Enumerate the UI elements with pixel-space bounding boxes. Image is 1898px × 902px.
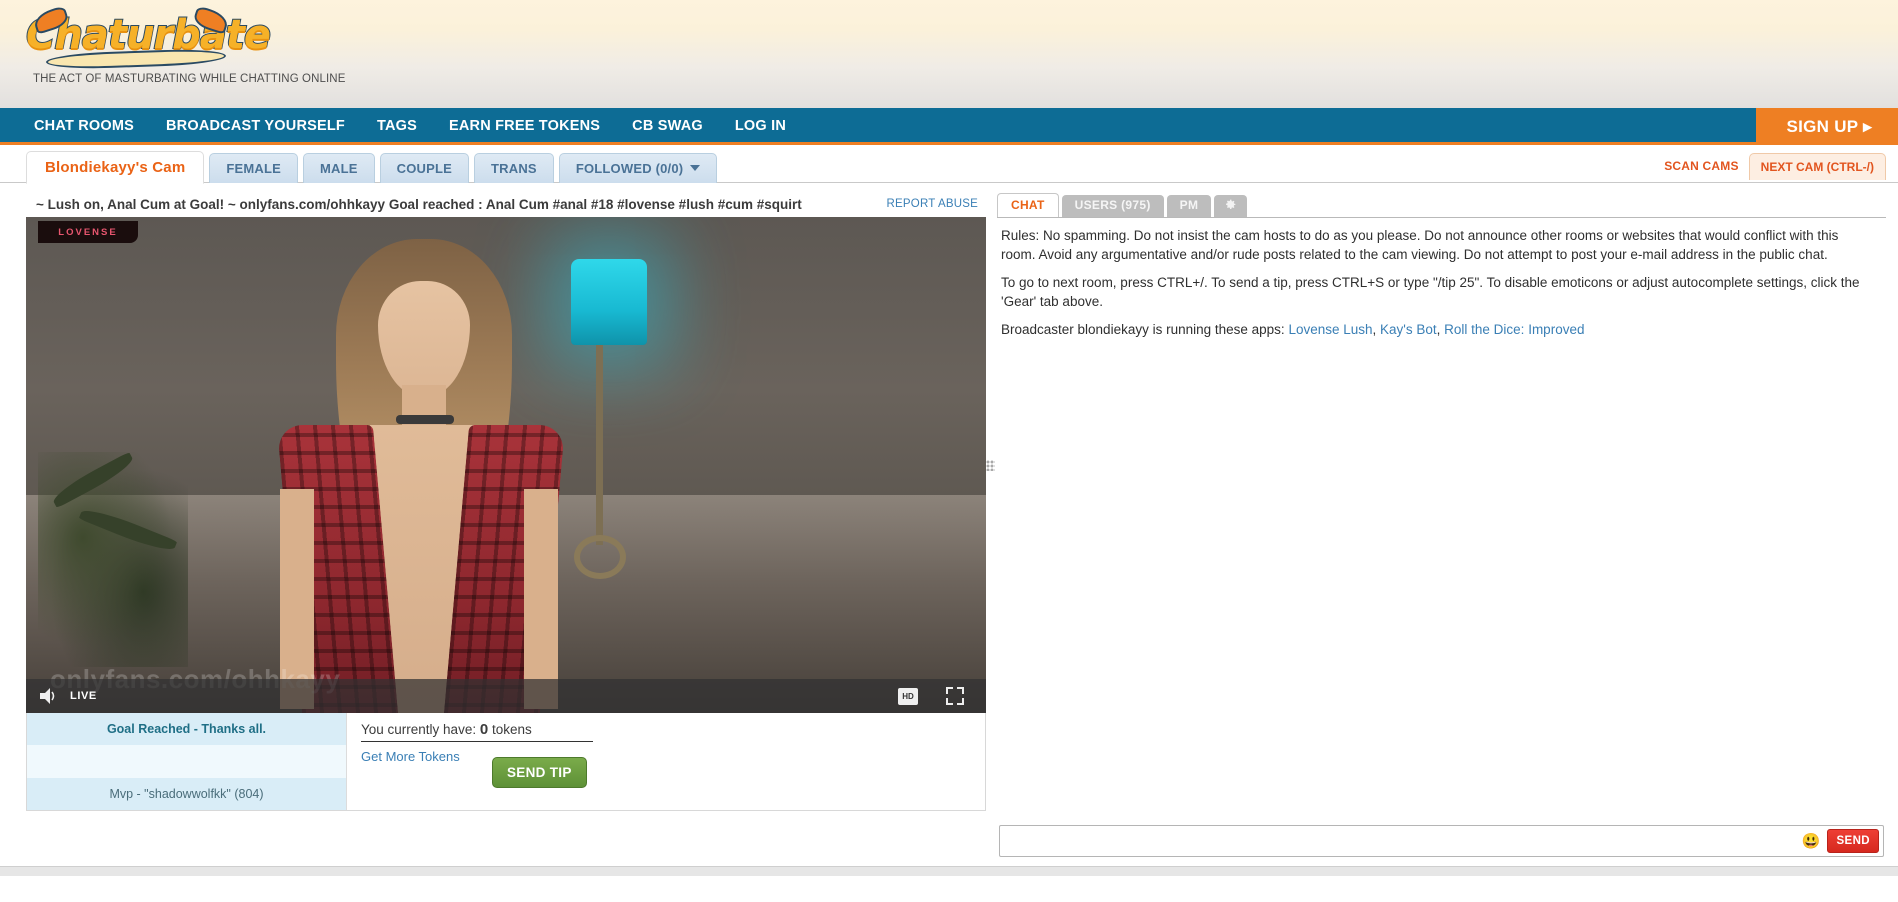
chat-input[interactable] (1008, 832, 1798, 850)
nav-cb-swag[interactable]: CB SWAG (616, 108, 719, 145)
resize-grip-icon (986, 459, 995, 471)
room-topic-bar: ~ Lush on, Anal Cum at Goal! ~ onlyfans.… (26, 191, 986, 217)
goal-column: Goal Reached - Thanks all. Mvp - "shadow… (27, 713, 347, 810)
get-more-tokens-link[interactable]: Get More Tokens (361, 749, 973, 764)
cam-video-player[interactable]: LOVENSE onlyfans.com/ohhkayy LIVE HD (26, 217, 986, 713)
goal-mvp: Mvp - "shadowwolfkk" (804) (27, 777, 346, 810)
app-link-kays-bot[interactable]: Kay's Bot (1380, 322, 1437, 337)
chaturbate-logo[interactable]: Chaturbate (25, 4, 272, 71)
chat-message-apps: Broadcaster blondiekayy is running these… (1001, 322, 1585, 337)
panel-resize-handle[interactable] (986, 217, 995, 713)
goal-and-tip-panel: Goal Reached - Thanks all. Mvp - "shadow… (26, 713, 986, 811)
tab-trans[interactable]: TRANS (474, 153, 554, 183)
tab-settings-gear[interactable] (1214, 195, 1248, 217)
broadcaster-arm-left (280, 489, 314, 709)
hd-quality-button[interactable]: HD (898, 687, 918, 705)
fullscreen-icon[interactable] (946, 687, 964, 705)
nav-log-in[interactable]: LOG IN (719, 108, 802, 145)
goal-progress-row (27, 745, 346, 778)
chat-message-shortcuts: To go to next room, press CTRL+/. To sen… (1001, 275, 1860, 309)
tab-chat[interactable]: CHAT (997, 193, 1059, 217)
nav-chat-rooms[interactable]: CHAT ROOMS (30, 108, 150, 145)
video-scene-lamp-stem (596, 345, 603, 545)
volume-icon[interactable] (38, 686, 60, 706)
room-topic: ~ Lush on, Anal Cum at Goal! ~ onlyfans.… (36, 196, 802, 212)
tab-blondiekayys-cam[interactable]: Blondiekayy's Cam (26, 151, 205, 184)
next-cam-button[interactable]: NEXT CAM (CTRL-/) (1748, 153, 1886, 180)
app-link-lovense-lush[interactable]: Lovense Lush (1288, 322, 1372, 337)
nav-earn-free-tokens[interactable]: EARN FREE TOKENS (433, 108, 616, 145)
cam-actions: SCAN CAMS NEXT CAM (CTRL-/) (1664, 153, 1886, 180)
token-balance: You currently have: 0 tokens (361, 721, 593, 742)
broadcaster-arm-right (524, 489, 558, 709)
smiley-icon[interactable]: 😃 (1802, 834, 1821, 849)
video-scene-lamp (571, 259, 647, 345)
chat-message-rules: Rules: No spamming. Do not insist the ca… (1001, 228, 1839, 262)
video-scene-broadcaster (274, 239, 566, 713)
nav-tags[interactable]: TAGS (361, 108, 433, 145)
main-navigation: CHAT ROOMS BROADCAST YOURSELF TAGS EARN … (0, 108, 1898, 145)
tab-couple[interactable]: COUPLE (379, 153, 470, 183)
chat-tabs: CHAT USERS (975) PM (997, 191, 1886, 217)
app-link-roll-the-dice[interactable]: Roll the Dice: Improved (1444, 322, 1584, 337)
chevron-down-icon (690, 165, 701, 171)
video-scene-plant (38, 452, 188, 667)
tab-followed-label: FOLLOWED (0/0) (575, 161, 684, 176)
main-content: ~ Lush on, Anal Cum at Goal! ~ onlyfans.… (0, 183, 1898, 866)
tab-male[interactable]: MALE (303, 153, 375, 183)
broadcaster-choker (396, 415, 454, 424)
nav-broadcast-yourself[interactable]: BROADCAST YOURSELF (150, 108, 361, 145)
video-controls-bar: LIVE HD (26, 679, 986, 713)
video-frame-background (26, 217, 986, 713)
tab-female[interactable]: FEMALE (209, 153, 299, 183)
token-balance-prefix: You currently have: (361, 722, 477, 737)
lovense-badge: LOVENSE (38, 221, 138, 243)
tip-column: You currently have: 0 tokens Get More To… (347, 713, 985, 810)
video-scene-lamp-base (574, 535, 626, 579)
nav-items: CHAT ROOMS BROADCAST YOURSELF TAGS EARN … (0, 108, 1898, 145)
report-abuse-link[interactable]: REPORT ABUSE (877, 198, 978, 210)
token-balance-suffix: tokens (491, 722, 532, 737)
token-balance-count: 0 (479, 721, 489, 738)
sign-up-button[interactable]: SIGN UP ▸ (1756, 108, 1898, 145)
chat-input-wrapper[interactable]: 😃 SEND (999, 825, 1884, 857)
site-header: Chaturbate THE ACT OF MASTURBATING WHILE… (0, 0, 1898, 108)
apps-prefix: Broadcaster blondiekayy is running these… (1001, 322, 1289, 337)
category-tabs-bar: Blondiekayy's Cam FEMALE MALE COUPLE TRA… (0, 145, 1898, 184)
send-message-button[interactable]: SEND (1827, 829, 1879, 853)
site-tagline: THE ACT OF MASTURBATING WHILE CHATTING O… (33, 73, 346, 85)
tab-pm[interactable]: PM (1166, 195, 1212, 217)
tab-users[interactable]: USERS (975) (1061, 195, 1164, 217)
chat-column: CHAT USERS (975) PM Rules: No spamming. … (997, 191, 1886, 866)
chat-messages: Rules: No spamming. Do not insist the ca… (997, 217, 1886, 818)
video-column: ~ Lush on, Anal Cum at Goal! ~ onlyfans.… (26, 191, 986, 866)
tab-followed[interactable]: FOLLOWED (0/0) (558, 153, 718, 183)
category-tabs: Blondiekayy's Cam FEMALE MALE COUPLE TRA… (26, 145, 1898, 184)
gear-icon (1224, 197, 1237, 210)
footer-strip (0, 866, 1898, 876)
lovense-badge-label: LOVENSE (58, 226, 118, 238)
scan-cams-link[interactable]: SCAN CAMS (1664, 159, 1738, 180)
goal-status: Goal Reached - Thanks all. (27, 713, 346, 746)
live-badge: LIVE (70, 690, 97, 702)
chat-input-row: 😃 SEND (997, 818, 1886, 866)
send-tip-button[interactable]: SEND TIP (492, 757, 587, 788)
